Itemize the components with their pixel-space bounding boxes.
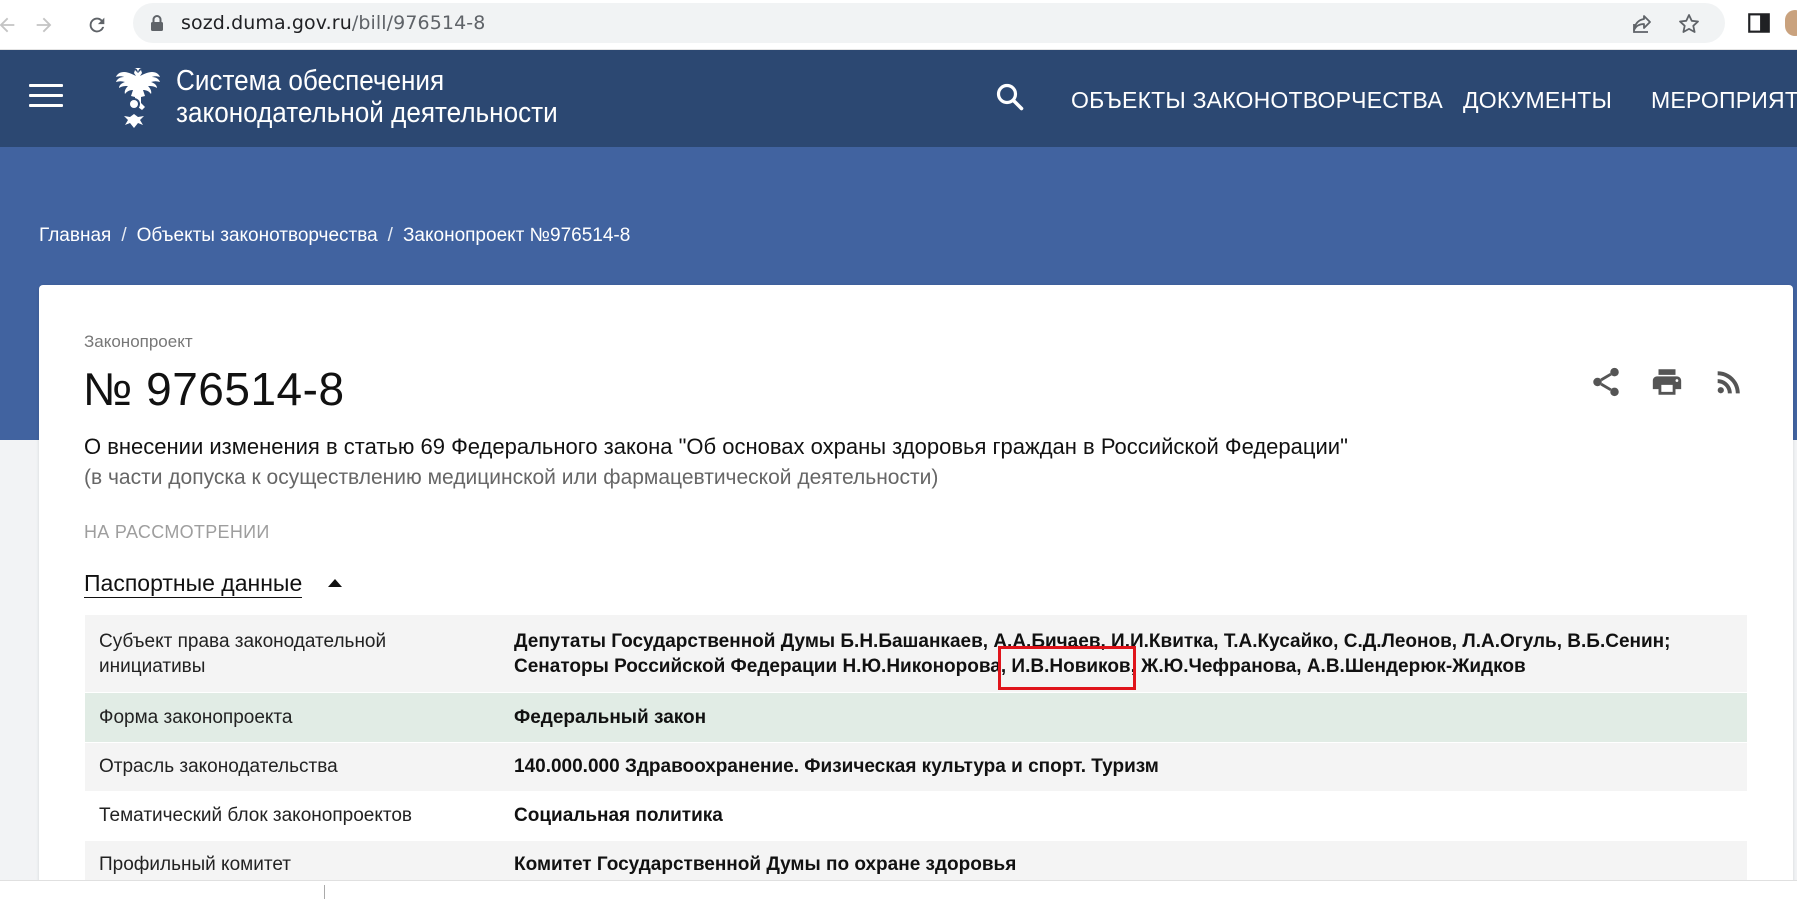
nav-documents[interactable]: ДОКУМЕНТЫ xyxy=(1463,87,1612,114)
row-value: Депутаты Государственной Думы Б.Н.Башанк… xyxy=(514,629,1670,679)
bill-title: О внесении изменения в статью 69 Федерал… xyxy=(84,434,1348,459)
row-label: Профильный комитет xyxy=(99,854,291,875)
breadcrumb: Главная / Объекты законотворчества / Законоп… xyxy=(39,225,630,247)
sidebar-icon[interactable] xyxy=(1746,10,1772,36)
row-label: Отрасль законодательства xyxy=(99,756,338,777)
breadcrumb-objects[interactable]: Объекты законотворчества xyxy=(137,225,378,246)
address-bar[interactable]: sozd.duma.gov.ru/bill/976514-8 xyxy=(133,3,1725,43)
nav-events[interactable]: МЕРОПРИЯТИ xyxy=(1651,87,1797,114)
breadcrumb-current[interactable]: Законопроект №976514-8 xyxy=(403,225,630,246)
search-icon[interactable] xyxy=(995,82,1025,112)
forward-icon xyxy=(36,17,52,33)
site-title-line2: законодательной деятельности xyxy=(176,97,558,129)
rss-icon[interactable] xyxy=(1712,365,1746,399)
back-icon xyxy=(0,17,15,33)
url-host: sozd.duma.gov.ru xyxy=(181,12,352,34)
row-label: Тематический блок законопроектов xyxy=(99,805,412,826)
bill-card: Законопроект № 976514-8 О внесении измен… xyxy=(39,285,1793,903)
row-value: Социальная политика xyxy=(514,805,723,826)
divider xyxy=(324,885,325,899)
breadcrumb-home[interactable]: Главная xyxy=(39,225,111,246)
profile-avatar[interactable] xyxy=(1785,10,1797,36)
passport-toggle[interactable]: Паспортные данные xyxy=(84,569,303,598)
back-button[interactable] xyxy=(0,8,24,42)
site-title[interactable]: Система обеспечения законодательной деят… xyxy=(176,65,558,129)
row-value: 140.000.000 Здравоохранение. Физическая … xyxy=(514,756,1159,777)
nav-objects[interactable]: ОБЪЕКТЫ ЗАКОНОТВОРЧЕСТВА xyxy=(1071,87,1443,114)
bill-number: № 976514-8 xyxy=(83,363,345,415)
url-path: /bill/976514-8 xyxy=(351,12,486,34)
row-value: Комитет Государственной Думы по охране з… xyxy=(514,854,1017,875)
row-value-line: Сенаторы Российской Федерации Н.Ю.Никоно… xyxy=(514,656,1526,677)
caret-up-icon[interactable] xyxy=(328,579,342,587)
row-label: Субъект права законодательной инициативы xyxy=(99,629,386,679)
menu-icon[interactable] xyxy=(29,84,63,108)
bill-status: НА РАССМОТРЕНИИ xyxy=(84,522,270,542)
reload-icon xyxy=(89,17,105,33)
table-row: Отрасль законодательства 140.000.000 Здр… xyxy=(85,743,1747,792)
table-row: Тематический блок законопроектов Социаль… xyxy=(85,792,1747,841)
reload-button[interactable] xyxy=(80,8,114,42)
site-header: Система обеспечения законодательной деят… xyxy=(0,50,1797,147)
row-label: Форма законопроекта xyxy=(99,707,293,728)
row-label-line: Субъект права законодательной xyxy=(99,631,387,652)
emblem-icon[interactable] xyxy=(100,62,168,132)
star-icon[interactable] xyxy=(1677,12,1701,36)
site-title-line1: Система обеспечения xyxy=(176,65,445,97)
url-text: sozd.duma.gov.ru/bill/976514-8 xyxy=(181,12,485,34)
share-icon[interactable] xyxy=(1589,365,1623,399)
bottom-strip xyxy=(0,880,1797,903)
breadcrumb-separator: / xyxy=(387,225,393,246)
share-icon[interactable] xyxy=(1630,12,1654,36)
row-label-line: инициативы xyxy=(99,656,206,677)
breadcrumb-separator: / xyxy=(121,225,127,246)
browser-toolbar: sozd.duma.gov.ru/bill/976514-8 xyxy=(0,0,1797,50)
bill-kicker: Законопроект xyxy=(84,332,193,351)
table-row: Субъект права законодательной инициативы… xyxy=(85,615,1747,693)
row-value: Федеральный закон xyxy=(514,707,707,728)
table-row: Форма законопроекта Федеральный закон xyxy=(85,693,1747,743)
print-icon[interactable] xyxy=(1650,365,1684,399)
lock-icon xyxy=(151,15,163,31)
bill-subtitle: (в части допуска к осуществлению медицин… xyxy=(84,466,939,489)
row-value-line: Депутаты Государственной Думы Б.Н.Башанк… xyxy=(514,631,1671,652)
passport-table: Субъект права законодательной инициативы… xyxy=(85,615,1747,890)
forward-button[interactable] xyxy=(27,8,61,42)
